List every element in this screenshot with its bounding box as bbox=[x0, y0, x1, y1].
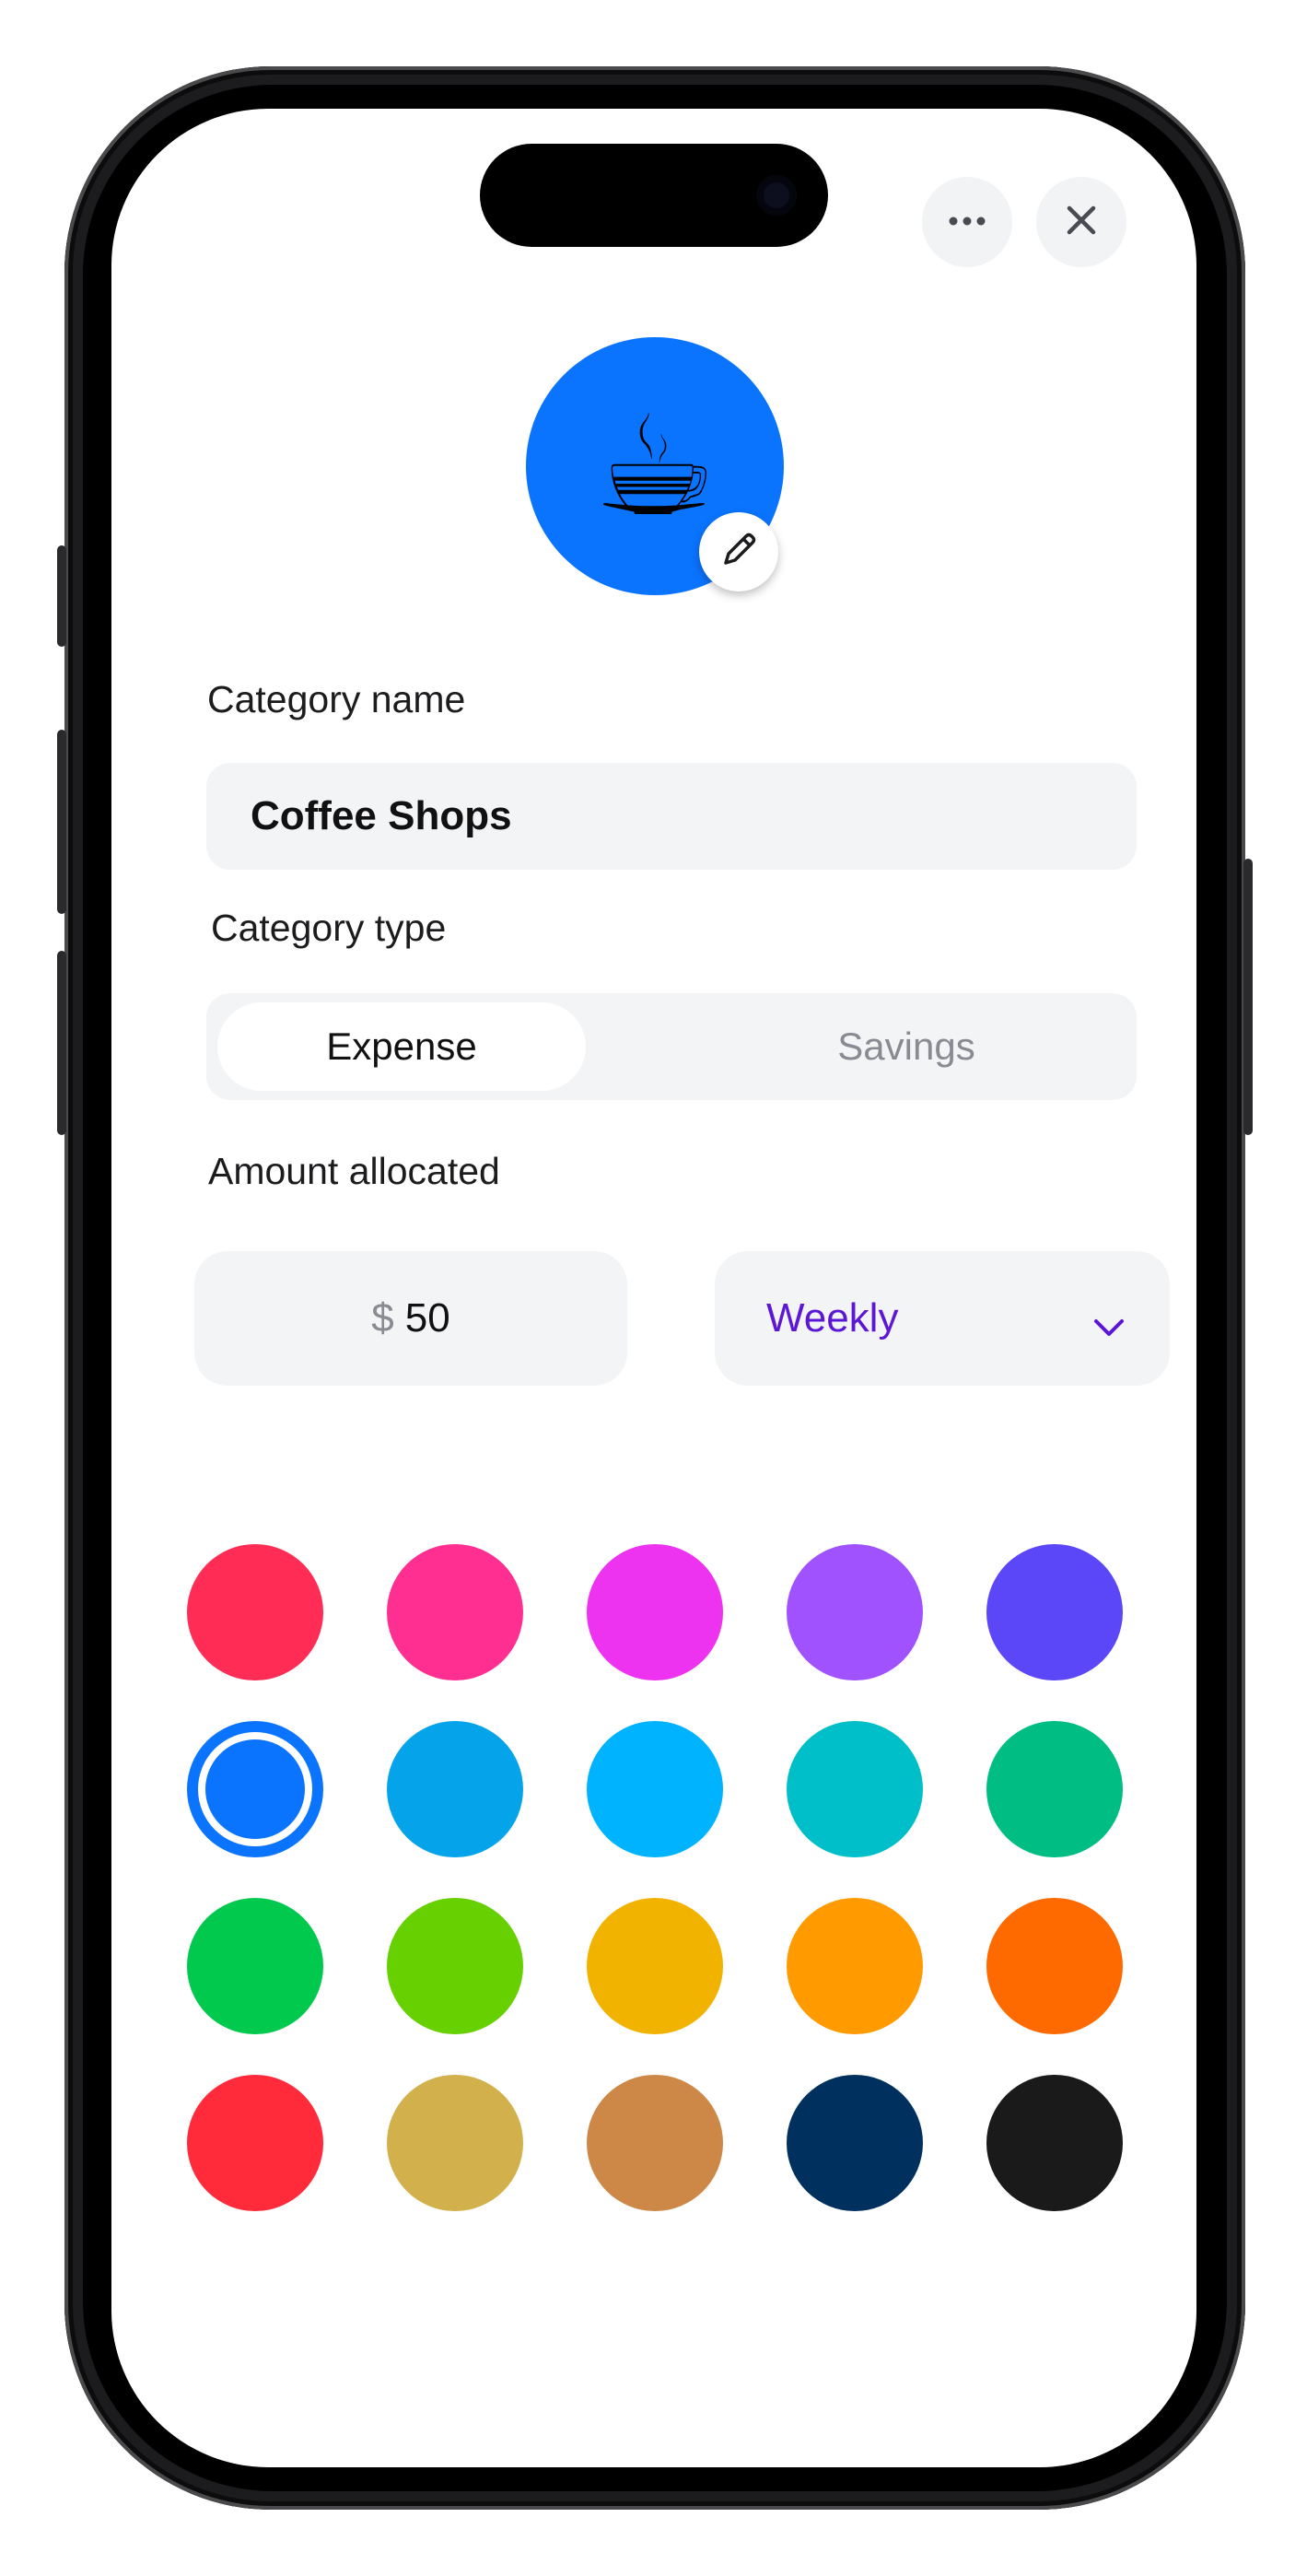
color-swatch[interactable] bbox=[787, 2075, 923, 2211]
amount-value: 50 bbox=[404, 1295, 450, 1341]
color-swatch[interactable] bbox=[587, 2075, 723, 2211]
screen: ☕ Category name Coffee Shops Category ty… bbox=[111, 109, 1196, 2467]
color-swatch[interactable] bbox=[187, 1898, 323, 2034]
category-name-label: Category name bbox=[207, 678, 466, 720]
color-swatch[interactable] bbox=[787, 1544, 923, 1680]
color-swatch[interactable] bbox=[387, 1898, 523, 2034]
close-button[interactable] bbox=[1036, 177, 1126, 267]
color-swatch[interactable] bbox=[787, 1898, 923, 2034]
color-swatch[interactable] bbox=[986, 1721, 1123, 1857]
frequency-value: Weekly bbox=[766, 1295, 899, 1341]
edit-avatar-button[interactable] bbox=[699, 512, 778, 591]
color-swatch[interactable] bbox=[587, 1721, 723, 1857]
color-swatch[interactable] bbox=[387, 1544, 523, 1680]
color-swatch[interactable] bbox=[587, 1544, 723, 1680]
color-swatch[interactable] bbox=[387, 2075, 523, 2211]
pencil-icon bbox=[717, 528, 761, 577]
segment-savings[interactable]: Savings bbox=[722, 1002, 1091, 1091]
color-swatch[interactable] bbox=[986, 1544, 1123, 1680]
phone-volume-down bbox=[57, 951, 66, 1135]
coffee-cup-icon: ☕ bbox=[592, 389, 718, 544]
color-swatch[interactable] bbox=[986, 1898, 1123, 2034]
close-icon bbox=[1066, 205, 1097, 240]
category-name-input[interactable]: Coffee Shops bbox=[206, 763, 1137, 870]
color-swatch[interactable] bbox=[387, 1721, 523, 1857]
color-swatch[interactable] bbox=[986, 2075, 1123, 2211]
phone-action-button bbox=[57, 545, 66, 647]
chevron-down-icon bbox=[1092, 1302, 1126, 1348]
phone-power-button bbox=[1243, 859, 1253, 1135]
dynamic-island bbox=[480, 144, 828, 247]
category-type-label: Category type bbox=[211, 907, 447, 949]
amount-allocated-label: Amount allocated bbox=[208, 1150, 500, 1192]
color-swatch[interactable] bbox=[587, 1898, 723, 2034]
currency-symbol: $ bbox=[371, 1295, 394, 1341]
segment-expense[interactable]: Expense bbox=[217, 1002, 586, 1091]
frequency-dropdown[interactable]: Weekly bbox=[715, 1251, 1170, 1386]
more-horizontal-icon bbox=[949, 214, 986, 230]
amount-input[interactable]: $ 50 bbox=[194, 1251, 627, 1386]
category-type-segmented-control: Expense Savings bbox=[206, 993, 1137, 1100]
color-swatch[interactable] bbox=[187, 1544, 323, 1680]
front-camera bbox=[756, 175, 797, 216]
phone-volume-up bbox=[57, 730, 66, 914]
color-swatch[interactable] bbox=[187, 2075, 323, 2211]
color-swatch[interactable] bbox=[187, 1721, 323, 1857]
more-button[interactable] bbox=[922, 177, 1012, 267]
color-palette bbox=[187, 1544, 1126, 2211]
category-avatar[interactable]: ☕ bbox=[526, 337, 784, 595]
color-swatch[interactable] bbox=[787, 1721, 923, 1857]
